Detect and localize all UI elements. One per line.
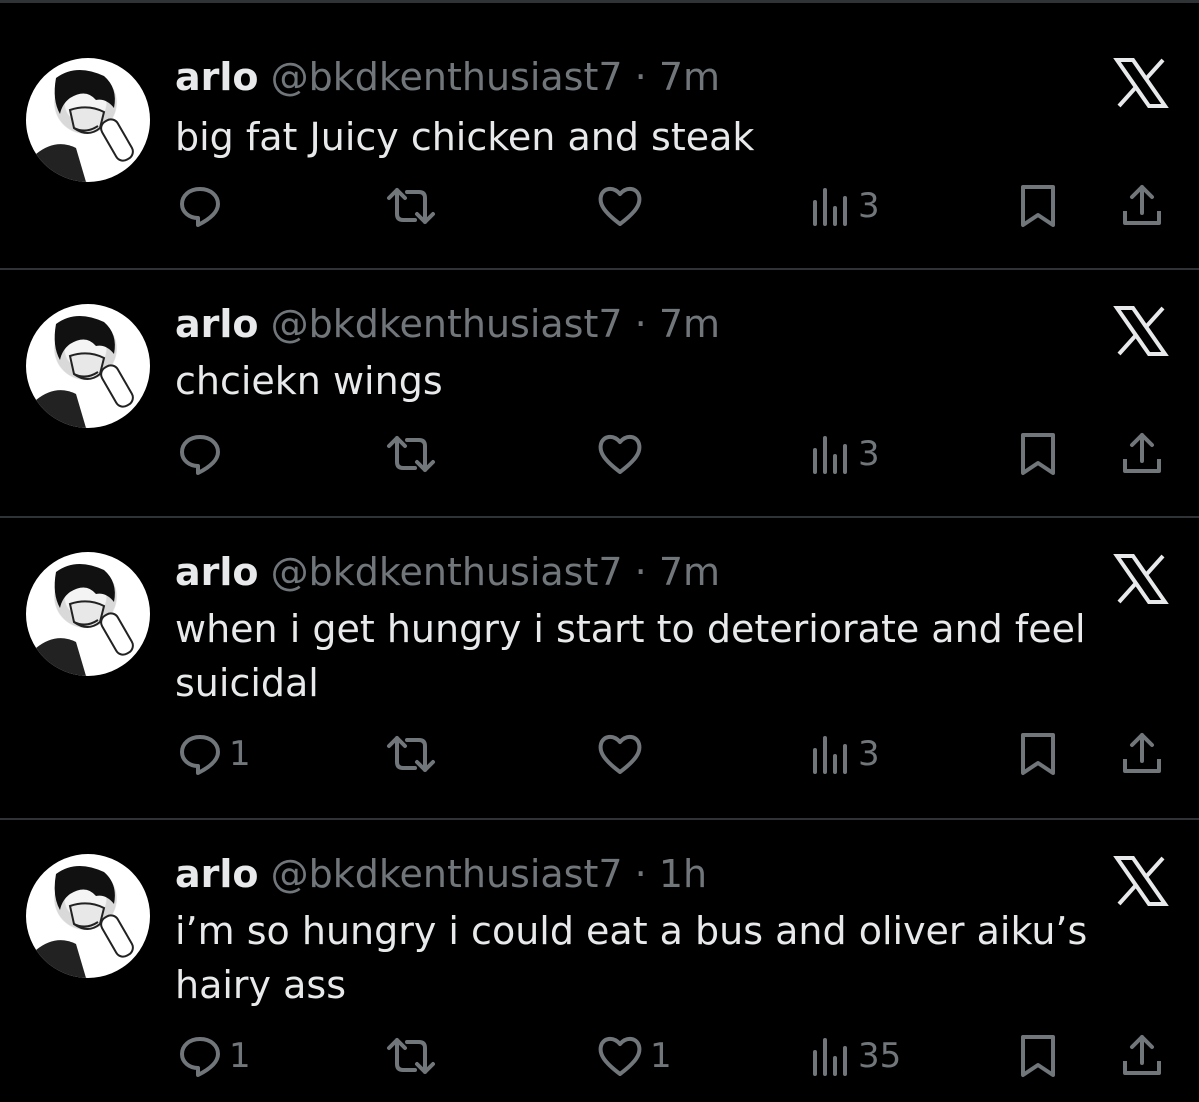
view-count: 35	[858, 1036, 902, 1076]
reply-button[interactable]: 1	[177, 1026, 251, 1086]
like-button[interactable]	[596, 176, 650, 236]
tweet-text: big fat Juicy chicken and steak	[175, 115, 755, 159]
views-button[interactable]: 3	[810, 724, 880, 784]
user-handle[interactable]: @bkdkenthusiast7	[271, 550, 623, 594]
user-handle[interactable]: @bkdkenthusiast7	[271, 302, 623, 346]
like-icon	[598, 187, 642, 226]
bookmark-icon	[1021, 733, 1055, 775]
reply-count: 1	[229, 734, 251, 774]
x-logo-icon	[1113, 554, 1169, 604]
share-icon	[1123, 733, 1161, 773]
reply-count: 1	[229, 1036, 251, 1076]
bookmark-icon	[1021, 433, 1055, 475]
views-icon	[813, 736, 847, 774]
user-handle[interactable]: @bkdkenthusiast7	[271, 55, 623, 99]
views-icon	[813, 188, 847, 226]
share-button[interactable]	[1120, 424, 1164, 484]
tweet-actions: 1 1 35	[0, 1026, 1199, 1086]
share-icon	[1123, 433, 1161, 473]
repost-icon	[387, 188, 435, 224]
bookmark-icon	[1021, 1035, 1055, 1077]
views-button[interactable]: 3	[810, 424, 880, 484]
bookmark-button[interactable]	[1018, 724, 1058, 784]
separator-dot: ·	[634, 550, 647, 594]
tweet-text: when i get hungry i start to deteriorate…	[175, 607, 1086, 705]
avatar[interactable]	[26, 58, 150, 182]
user-handle[interactable]: @bkdkenthusiast7	[271, 852, 623, 896]
bookmark-icon	[1021, 185, 1055, 227]
timestamp[interactable]: 7m	[659, 550, 720, 594]
timestamp[interactable]: 7m	[659, 55, 720, 99]
avatar[interactable]	[26, 304, 150, 428]
separator-dot: ·	[634, 852, 647, 896]
like-icon	[598, 435, 642, 474]
views-icon	[813, 1038, 847, 1076]
views-button[interactable]: 3	[810, 176, 880, 236]
reply-button[interactable]	[177, 176, 229, 236]
x-logo-icon	[1113, 856, 1169, 906]
avatar[interactable]	[26, 552, 150, 676]
tweet[interactable]: arlo @bkdkenthusiast7 · 1h i’m so hungry…	[0, 820, 1199, 1102]
tweet-header: arlo @bkdkenthusiast7 · 1h	[175, 852, 707, 896]
share-icon	[1123, 185, 1161, 225]
x-logo-icon	[1113, 58, 1169, 108]
views-button[interactable]: 35	[810, 1026, 901, 1086]
bookmark-button[interactable]	[1018, 1026, 1058, 1086]
repost-icon	[387, 1038, 435, 1074]
reply-button[interactable]: 1	[177, 724, 251, 784]
tweet-header: arlo @bkdkenthusiast7 · 7m	[175, 550, 720, 594]
bookmark-button[interactable]	[1018, 176, 1058, 236]
display-name[interactable]: arlo	[175, 55, 259, 99]
separator-dot: ·	[634, 55, 647, 99]
share-button[interactable]	[1120, 1026, 1164, 1086]
repost-icon	[387, 736, 435, 772]
reply-icon	[180, 1037, 220, 1077]
repost-button[interactable]	[385, 424, 443, 484]
repost-button[interactable]	[385, 1026, 443, 1086]
separator-dot: ·	[634, 302, 647, 346]
tweet-actions: 1 3	[0, 724, 1199, 784]
tweet-text: i’m so hungry i could eat a bus and oliv…	[175, 909, 1088, 1007]
tweet-text: chciekn wings	[175, 359, 443, 403]
like-button[interactable]: 1	[596, 1026, 672, 1086]
share-button[interactable]	[1120, 176, 1164, 236]
timestamp[interactable]: 7m	[659, 302, 720, 346]
tweet-actions: 3	[0, 176, 1199, 236]
like-icon	[598, 735, 642, 774]
reply-button[interactable]	[177, 424, 229, 484]
tweet[interactable]: arlo @bkdkenthusiast7 · 7m chciekn wings	[0, 270, 1199, 518]
reply-icon	[180, 435, 220, 475]
timeline: arlo @bkdkenthusiast7 · 7m big fat Juicy…	[0, 0, 1199, 1102]
share-button[interactable]	[1120, 724, 1164, 784]
tweet-actions: 3	[0, 424, 1199, 484]
bookmark-button[interactable]	[1018, 424, 1058, 484]
reply-icon	[180, 735, 220, 775]
repost-button[interactable]	[385, 176, 443, 236]
x-logo-icon	[1113, 306, 1169, 356]
views-icon	[813, 436, 847, 474]
display-name[interactable]: arlo	[175, 302, 259, 346]
like-count: 1	[650, 1036, 672, 1076]
view-count: 3	[858, 186, 880, 226]
view-count: 3	[858, 734, 880, 774]
reply-icon	[180, 187, 220, 227]
tweet[interactable]: arlo @bkdkenthusiast7 · 7m big fat Juicy…	[0, 0, 1199, 270]
view-count: 3	[858, 434, 880, 474]
like-button[interactable]	[596, 724, 650, 784]
repost-button[interactable]	[385, 724, 443, 784]
timestamp[interactable]: 1h	[659, 852, 707, 896]
tweet-header: arlo @bkdkenthusiast7 · 7m	[175, 55, 720, 99]
tweet-header: arlo @bkdkenthusiast7 · 7m	[175, 302, 720, 346]
display-name[interactable]: arlo	[175, 852, 259, 896]
avatar[interactable]	[26, 854, 150, 978]
display-name[interactable]: arlo	[175, 550, 259, 594]
like-icon	[598, 1037, 642, 1076]
like-button[interactable]	[596, 424, 650, 484]
repost-icon	[387, 436, 435, 472]
share-icon	[1123, 1035, 1161, 1075]
tweet[interactable]: arlo @bkdkenthusiast7 · 7m when i get hu…	[0, 518, 1199, 820]
